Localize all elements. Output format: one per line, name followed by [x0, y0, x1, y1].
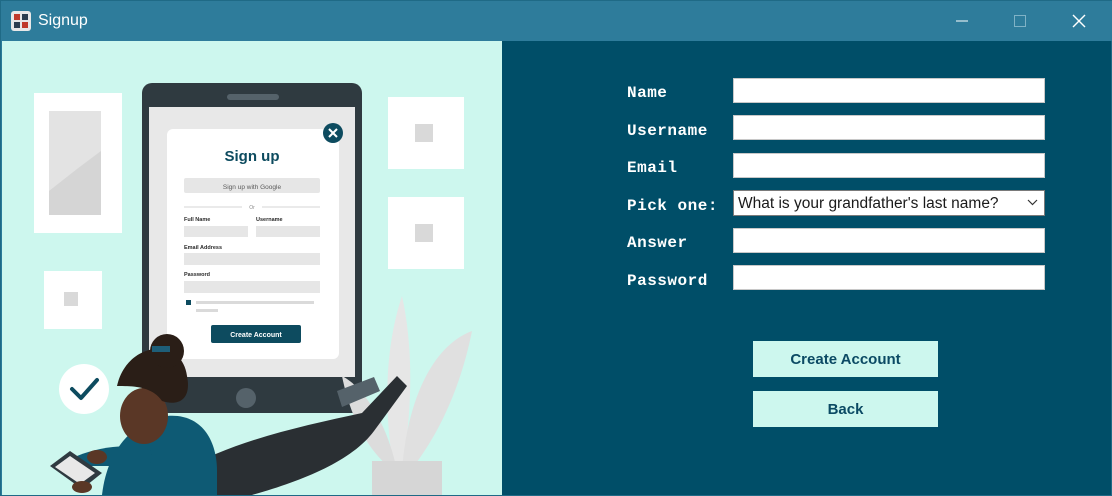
- signup-form: Name Username Email Pick one: What is yo…: [502, 41, 1111, 495]
- app-icon: [11, 11, 31, 31]
- minimize-icon: [956, 20, 968, 22]
- name-field[interactable]: [733, 78, 1045, 103]
- frame-right-mid: [388, 197, 464, 269]
- maximize-icon: [1014, 15, 1026, 27]
- illustration-title: Sign up: [225, 148, 280, 165]
- illustration-divider: Or: [249, 205, 255, 211]
- signup-illustration: Sign up Sign up with Google Or Full Name…: [2, 41, 502, 495]
- frame-left-small: [44, 271, 102, 329]
- password-label: Password: [627, 272, 708, 290]
- close-icon: [1072, 14, 1086, 28]
- create-account-button[interactable]: Create Account: [753, 341, 938, 377]
- back-button[interactable]: Back: [753, 391, 938, 427]
- illustration-create-text: Create Account: [230, 332, 282, 339]
- email-label: Email: [627, 159, 678, 177]
- window-title: Signup: [38, 12, 88, 29]
- username-field[interactable]: [733, 115, 1045, 140]
- pick-one-label: Pick one:: [627, 197, 718, 215]
- email-field[interactable]: [733, 153, 1045, 178]
- signup-window: Signup Sign up Sign up with Google Or Fu…: [0, 0, 1112, 496]
- name-label: Name: [627, 84, 668, 102]
- security-question-value: What is your grandfather's last name?: [738, 195, 999, 212]
- password-field[interactable]: [733, 265, 1045, 290]
- security-question-select[interactable]: What is your grandfather's last name?: [733, 190, 1045, 216]
- minimize-button[interactable]: [933, 1, 991, 41]
- illustration-email-label: Email Address: [184, 245, 222, 251]
- username-label: Username: [627, 122, 708, 140]
- illustration-password-label: Password: [184, 272, 210, 278]
- illustration-svg: Sign up Sign up with Google Or Full Name…: [34, 83, 472, 495]
- frame-left-tall: [34, 93, 122, 233]
- maximize-button[interactable]: [991, 1, 1049, 41]
- illustration-fullname-label: Full Name: [184, 217, 210, 223]
- chevron-down-icon: [1027, 199, 1038, 206]
- illustration-username-label: Username: [256, 217, 283, 223]
- frame-right-top: [388, 97, 464, 169]
- answer-field[interactable]: [733, 228, 1045, 253]
- close-button[interactable]: [1050, 1, 1108, 41]
- answer-label: Answer: [627, 234, 688, 252]
- check-icon: [59, 364, 109, 414]
- title-bar[interactable]: Signup: [1, 1, 1112, 41]
- illustration-google-text: Sign up with Google: [223, 184, 282, 191]
